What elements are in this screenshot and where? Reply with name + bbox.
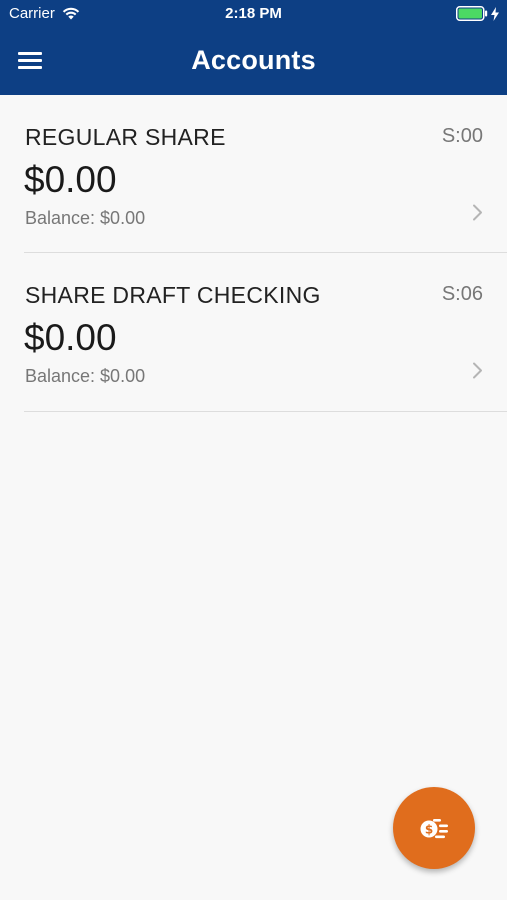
account-id: S:06 xyxy=(441,283,483,305)
charging-bolt-icon xyxy=(491,6,499,21)
row-divider xyxy=(24,411,507,412)
account-balance: Balance: $0.00 xyxy=(25,366,146,386)
account-row-regular-share[interactable]: REGULAR SHARE S:00 $0.00 Balance: $0.00 xyxy=(0,95,507,253)
account-row-share-draft-checking[interactable]: SHARE DRAFT CHECKING S:06 $0.00 Balance:… xyxy=(0,253,507,412)
svg-text:$: $ xyxy=(425,823,433,837)
account-id: S:00 xyxy=(441,125,483,147)
status-time: 2:18 PM xyxy=(225,5,282,22)
account-name: REGULAR SHARE xyxy=(25,124,226,150)
account-name: SHARE DRAFT CHECKING xyxy=(25,282,321,308)
chevron-right-icon xyxy=(472,362,483,379)
page-title: Accounts xyxy=(191,45,316,75)
header: Carrier 2:18 PM Accounts xyxy=(0,0,507,95)
status-bar: Carrier 2:18 PM xyxy=(0,0,507,28)
account-amount: $0.00 xyxy=(24,317,117,358)
chevron-right-icon xyxy=(472,204,483,221)
account-list: REGULAR SHARE S:00 $0.00 Balance: $0.00 … xyxy=(0,95,507,412)
battery-icon xyxy=(456,6,488,21)
app-bar: Accounts xyxy=(0,28,507,95)
accounts-screen: Carrier 2:18 PM Accounts REGULAR SHARE S… xyxy=(0,0,507,900)
account-amount: $0.00 xyxy=(24,159,117,200)
transfer-money-button[interactable]: $ xyxy=(393,787,475,869)
status-right xyxy=(456,6,499,21)
money-transfer-icon: $ xyxy=(418,815,450,841)
account-balance: Balance: $0.00 xyxy=(25,208,146,228)
